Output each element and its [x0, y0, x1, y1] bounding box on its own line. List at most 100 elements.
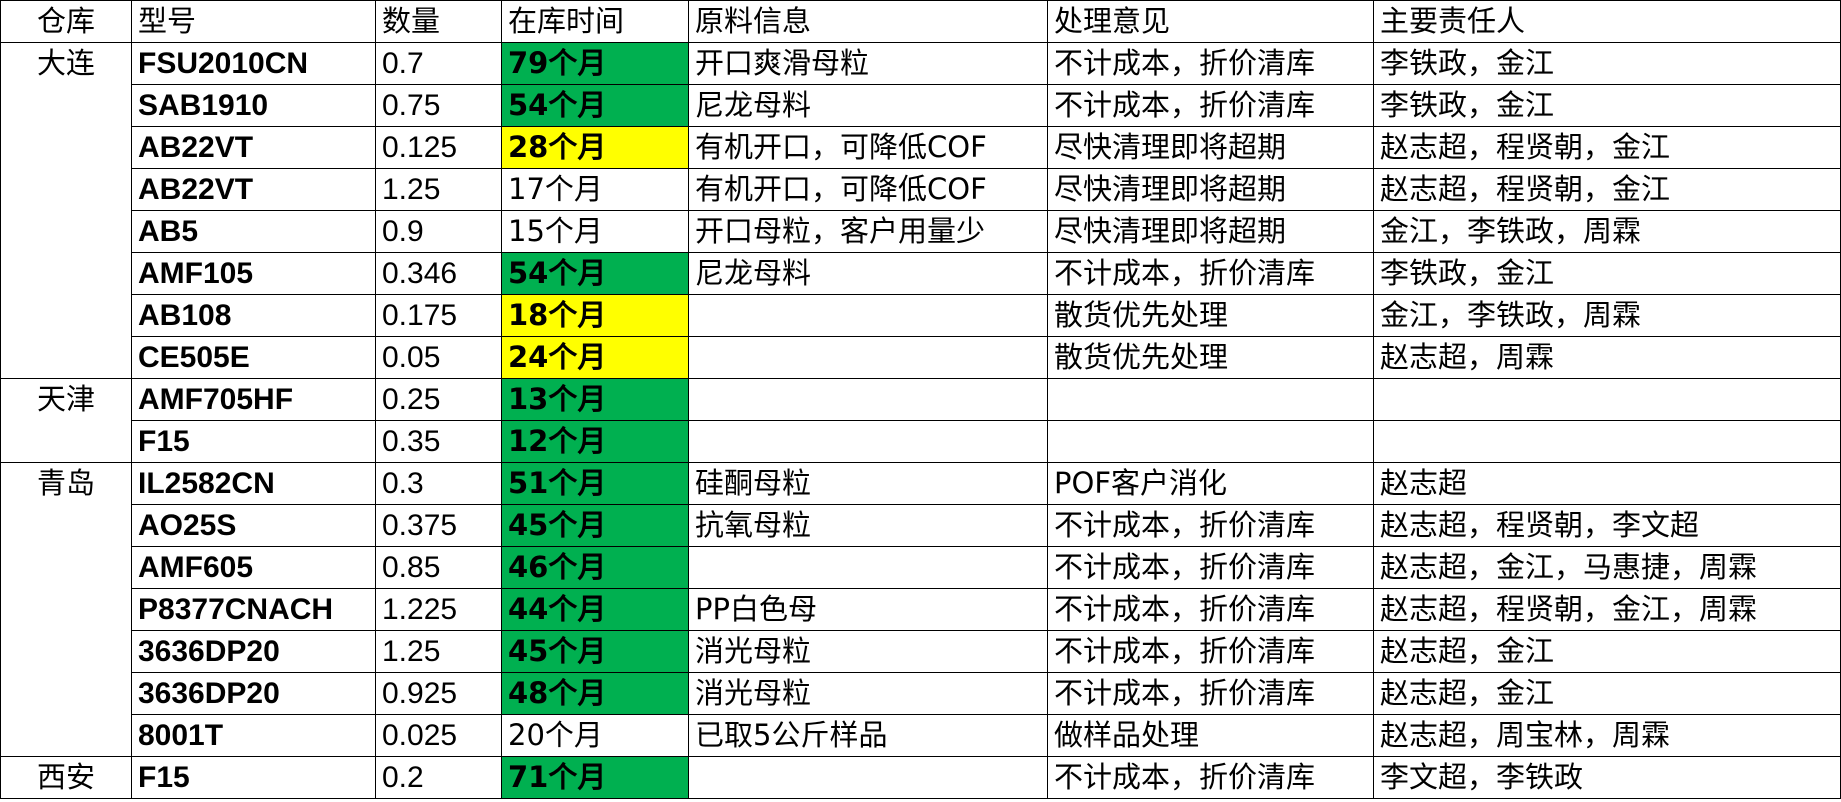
table-row: 3636DP20 0.925 48个月 消光母粒 不计成本，折价清库 赵志超，金… — [1, 672, 1841, 715]
action-cell: 不计成本，折价清库 — [1047, 588, 1374, 631]
owner-cell: 李铁政，金江 — [1373, 42, 1841, 85]
action-cell: POF客户消化 — [1047, 462, 1374, 505]
age-cell: 45个月 — [501, 504, 689, 547]
owner-cell: 赵志超，金江 — [1373, 630, 1841, 673]
model-cell: 8001T — [131, 714, 376, 757]
table-row: 天津 AMF705HF 0.25 13个月 — [0, 378, 1841, 463]
action-cell: 不计成本，折价清库 — [1047, 504, 1374, 547]
table-row: AMF105 0.346 54个月 尼龙母料 不计成本，折价清库 李铁政，金江 — [1, 252, 1841, 295]
age-cell: 15个月 — [501, 210, 689, 253]
owner-cell: 李铁政，金江 — [1373, 252, 1841, 295]
model-cell: AB22VT — [131, 126, 376, 169]
owner-cell — [1373, 378, 1841, 421]
action-cell: 尽快清理即将超期 — [1047, 168, 1374, 211]
material-cell: 已取5公斤样品 — [688, 714, 1048, 757]
table-row: SAB1910 0.75 54个月 尼龙母料 不计成本，折价清库 李铁政，金江 — [1, 84, 1841, 127]
age-cell: 20个月 — [501, 714, 689, 757]
owner-cell: 李铁政，金江 — [1373, 84, 1841, 127]
warehouse-cell: 大连 — [0, 42, 132, 379]
age-cell: 48个月 — [501, 672, 689, 715]
age-cell: 46个月 — [501, 546, 689, 589]
age-cell: 17个月 — [501, 168, 689, 211]
header-owner: 主要责任人 — [1373, 0, 1841, 43]
material-cell — [688, 546, 1048, 589]
action-cell — [1047, 420, 1374, 463]
action-cell: 不计成本，折价清库 — [1047, 84, 1374, 127]
age-cell: 13个月 — [501, 378, 689, 421]
owner-cell: 赵志超，周霖 — [1373, 336, 1841, 379]
material-cell: 消光母粒 — [688, 630, 1048, 673]
action-cell: 散货优先处理 — [1047, 336, 1374, 379]
action-cell: 不计成本，折价清库 — [1047, 252, 1374, 295]
action-cell: 不计成本，折价清库 — [1047, 546, 1374, 589]
owner-cell: 赵志超，程贤朝，金江 — [1373, 126, 1841, 169]
model-cell: 3636DP20 — [131, 672, 376, 715]
warehouse-cell: 天津 — [0, 378, 132, 463]
table-row: 西安 F15 0.2 71个月 不计成本，折价清库 李文超，李铁政 — [0, 756, 1841, 799]
age-cell: 44个月 — [501, 588, 689, 631]
model-cell: 3636DP20 — [131, 630, 376, 673]
header-row: 仓库 型号 数量 在库时间 原料信息 处理意见 主要责任人 — [0, 0, 1841, 43]
owner-cell: 金江，李铁政，周霖 — [1373, 210, 1841, 253]
model-cell: F15 — [131, 756, 376, 799]
owner-cell: 赵志超，金江 — [1373, 672, 1841, 715]
material-cell: 开口爽滑母粒 — [688, 42, 1048, 85]
model-cell: F15 — [131, 420, 376, 463]
model-cell: AB108 — [131, 294, 376, 337]
qty-cell: 1.25 — [375, 168, 502, 211]
table-row: 青岛 IL2582CN 0.3 51个月 硅酮母粒 POF客户消化 赵志超 — [0, 462, 1841, 757]
material-cell — [688, 378, 1048, 421]
material-cell: 消光母粒 — [688, 672, 1048, 715]
table-row: P8377CNACH 1.225 44个月 PP白色母 不计成本，折价清库 赵志… — [1, 588, 1841, 631]
age-cell: 54个月 — [501, 252, 689, 295]
age-cell: 12个月 — [501, 420, 689, 463]
table-row: 大连 FSU2010CN 0.7 79个月 开口爽滑母粒 不计成本，折价清库 李… — [0, 42, 1841, 379]
owner-cell: 赵志超，金江，马惠捷，周霖 — [1373, 546, 1841, 589]
qty-cell: 1.25 — [375, 630, 502, 673]
owner-cell: 赵志超，周宝林，周霖 — [1373, 714, 1841, 757]
action-cell: 尽快清理即将超期 — [1047, 210, 1374, 253]
table-row: AB22VT 0.125 28个月 有机开口，可降低COF 尽快清理即将超期 赵… — [1, 126, 1841, 169]
owner-cell: 金江，李铁政，周霖 — [1373, 294, 1841, 337]
action-cell: 散货优先处理 — [1047, 294, 1374, 337]
material-cell — [688, 420, 1048, 463]
action-cell: 尽快清理即将超期 — [1047, 126, 1374, 169]
material-cell: 有机开口，可降低COF — [688, 126, 1048, 169]
material-cell: 尼龙母料 — [688, 84, 1048, 127]
material-cell: 开口母粒，客户用量少 — [688, 210, 1048, 253]
action-cell: 做样品处理 — [1047, 714, 1374, 757]
header-warehouse: 仓库 — [0, 0, 132, 43]
qty-cell: 0.346 — [375, 252, 502, 295]
owner-cell: 赵志超，程贤朝，李文超 — [1373, 504, 1841, 547]
qty-cell: 0.3 — [375, 462, 502, 505]
owner-cell: 李文超，李铁政 — [1373, 756, 1841, 799]
qty-cell: 0.7 — [375, 42, 502, 85]
owner-cell — [1373, 420, 1841, 463]
action-cell: 不计成本，折价清库 — [1047, 672, 1374, 715]
model-cell: P8377CNACH — [131, 588, 376, 631]
model-cell: AB22VT — [131, 168, 376, 211]
qty-cell: 0.05 — [375, 336, 502, 379]
age-cell: 79个月 — [501, 42, 689, 85]
material-cell: 硅酮母粒 — [688, 462, 1048, 505]
model-cell: AMF705HF — [131, 378, 376, 421]
table-row: CE505E 0.05 24个月 散货优先处理 赵志超，周霖 — [1, 336, 1841, 379]
age-cell: 45个月 — [501, 630, 689, 673]
owner-cell: 赵志超 — [1373, 462, 1841, 505]
material-cell — [688, 336, 1048, 379]
model-cell: FSU2010CN — [131, 42, 376, 85]
age-cell: 24个月 — [501, 336, 689, 379]
header-qty: 数量 — [375, 0, 502, 43]
header-age: 在库时间 — [501, 0, 689, 43]
qty-cell: 0.75 — [375, 84, 502, 127]
age-cell: 54个月 — [501, 84, 689, 127]
material-cell — [688, 294, 1048, 337]
action-cell — [1047, 378, 1374, 421]
qty-cell: 1.225 — [375, 588, 502, 631]
model-cell: IL2582CN — [131, 462, 376, 505]
header-model: 型号 — [131, 0, 376, 43]
inventory-table: 仓库 型号 数量 在库时间 原料信息 处理意见 主要责任人 大连 FSU2010… — [0, 0, 1841, 799]
header-action: 处理意见 — [1047, 0, 1374, 43]
model-cell: CE505E — [131, 336, 376, 379]
owner-cell: 赵志超，程贤朝，金江 — [1373, 168, 1841, 211]
